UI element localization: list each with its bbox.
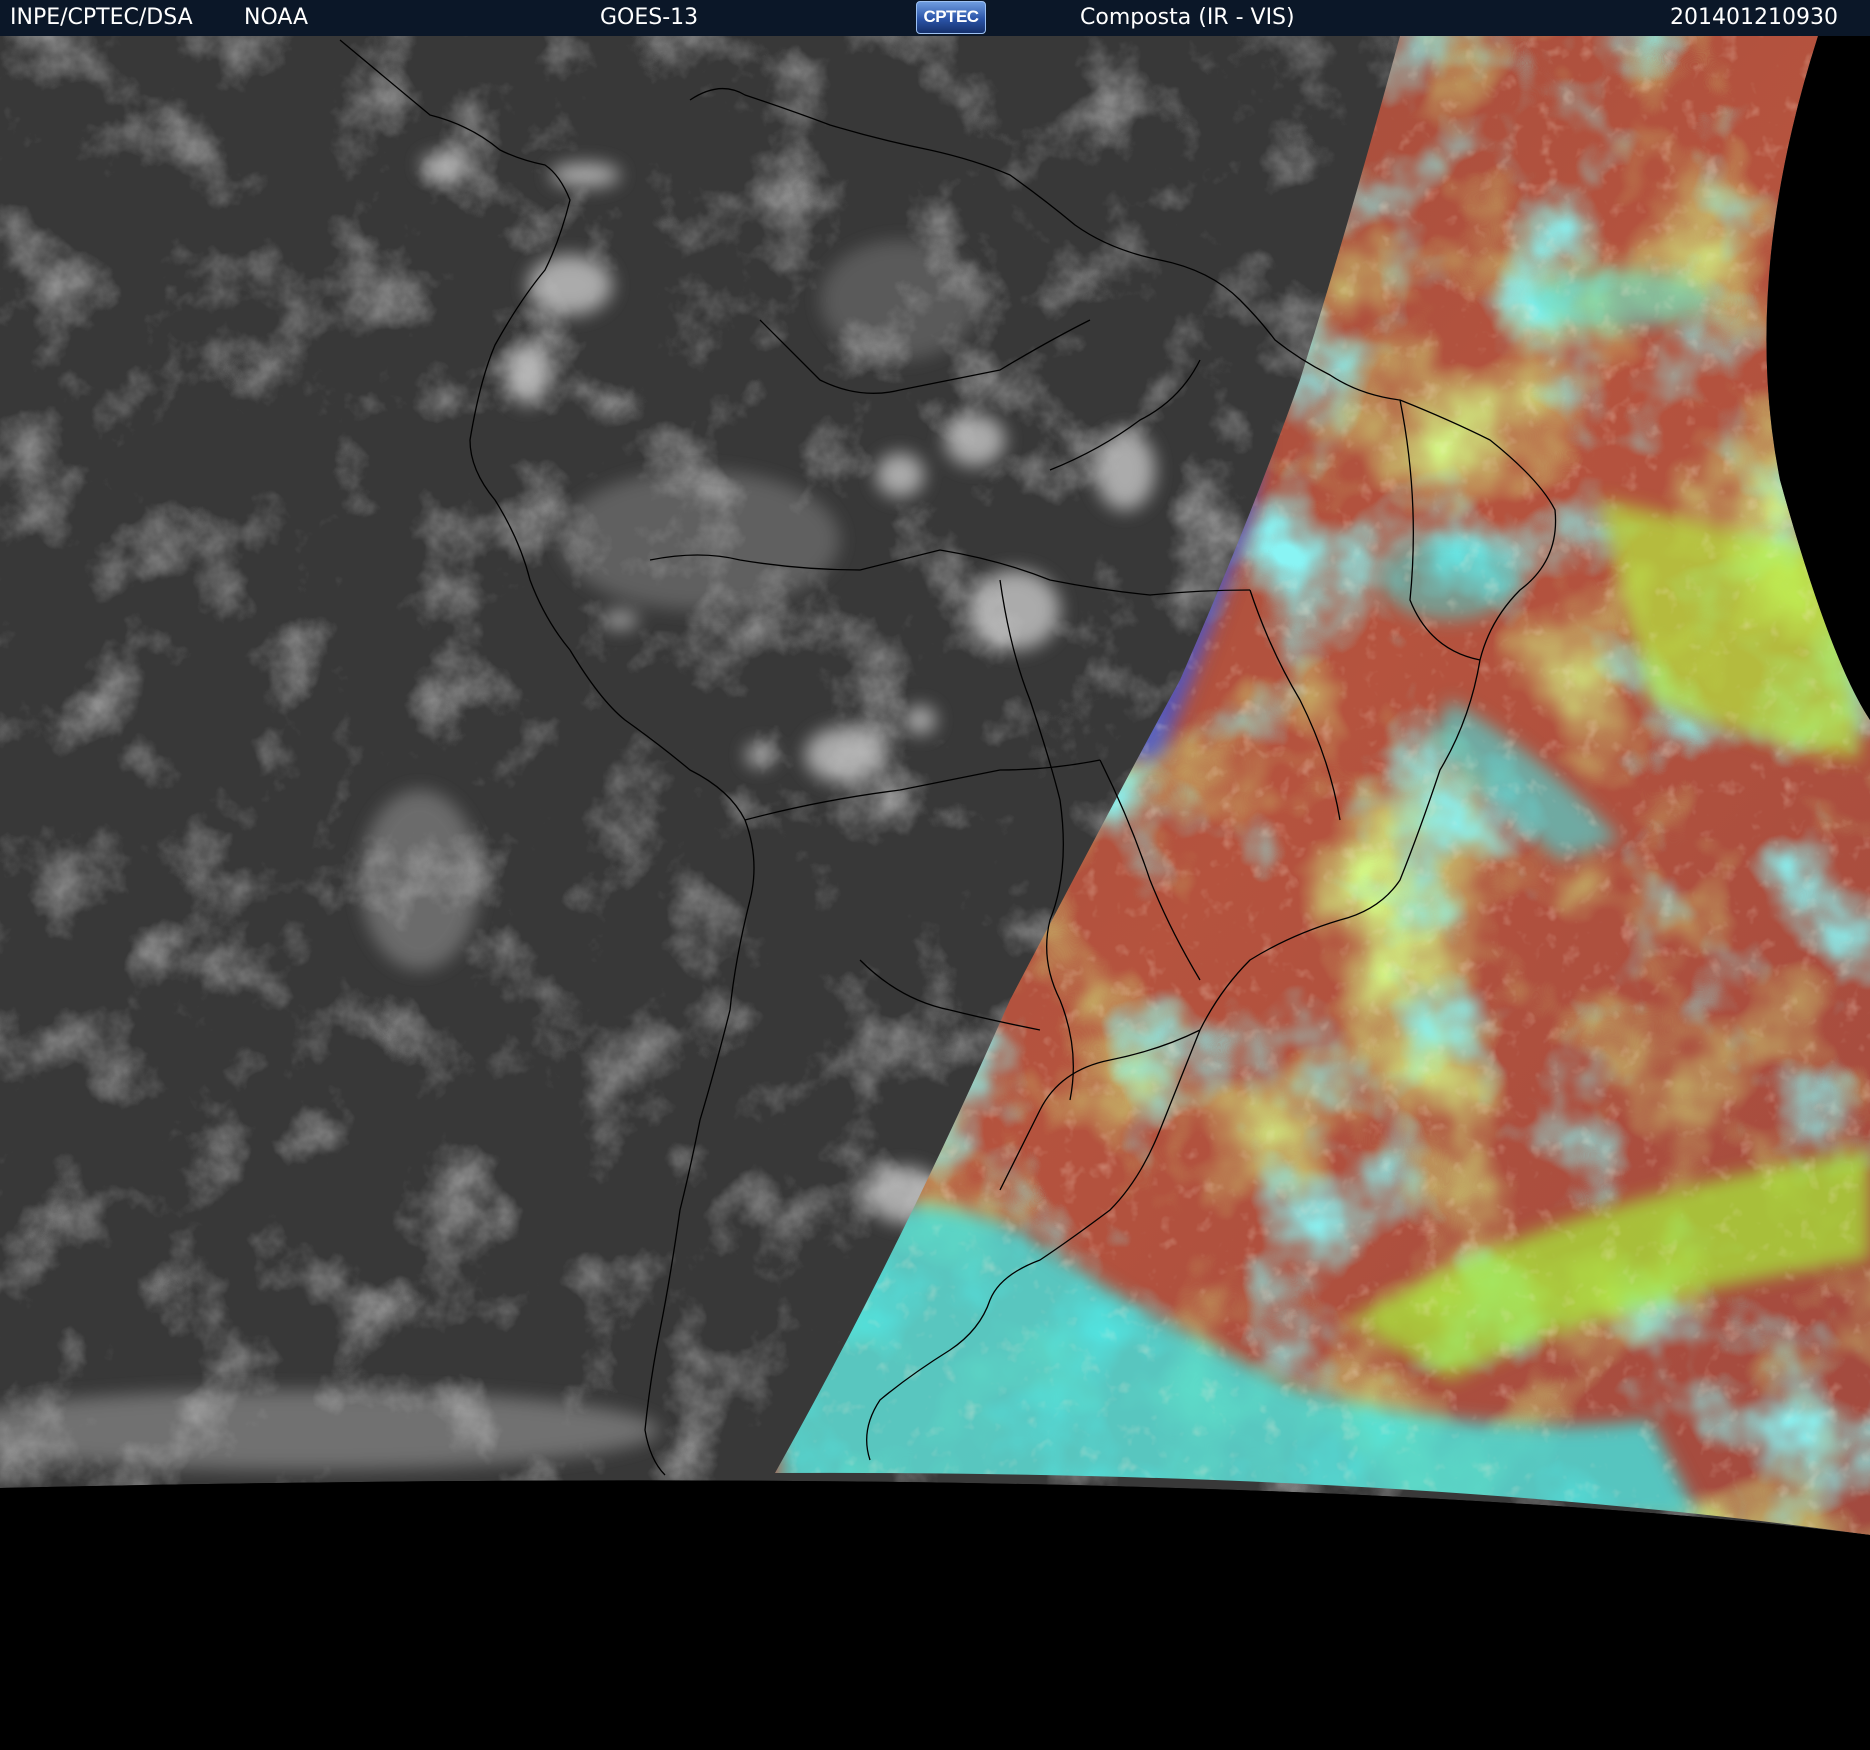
- satellite-imagery: [0, 36, 1870, 1750]
- product-label: Composta (IR - VIS): [1080, 5, 1295, 30]
- satellite-label: GOES-13: [600, 5, 699, 30]
- agency-label: NOAA: [244, 5, 309, 30]
- institution-label: INPE/CPTEC/DSA: [10, 5, 193, 30]
- image-header-bar: INPE/CPTEC/DSA NOAA GOES-13 CPTEC Compos…: [0, 0, 1870, 36]
- timestamp-label: 201401210930: [1670, 5, 1838, 30]
- satellite-image-viewer: INPE/CPTEC/DSA NOAA GOES-13 CPTEC Compos…: [0, 0, 1870, 1750]
- cptec-logo: CPTEC: [916, 1, 986, 34]
- earth-limb-space-bottom: [0, 1480, 1870, 1750]
